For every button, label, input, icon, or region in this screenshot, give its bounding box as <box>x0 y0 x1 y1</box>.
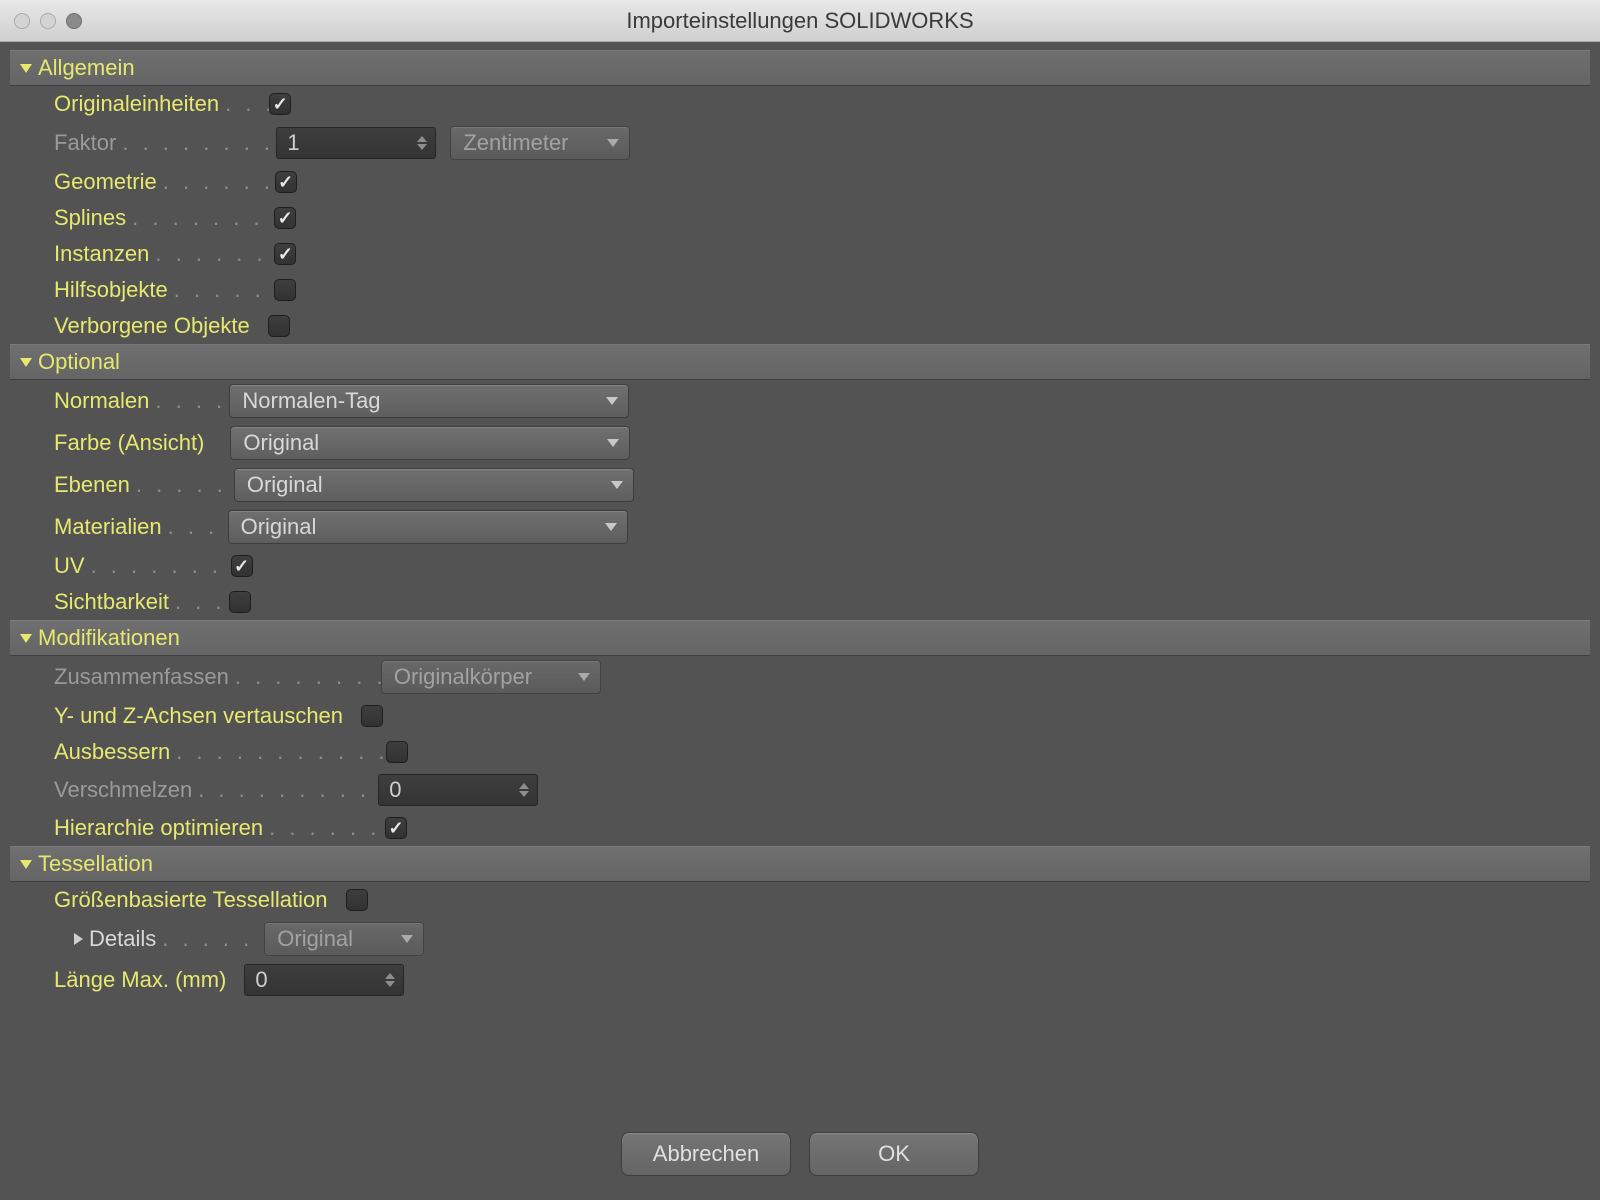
label-sichtbarkeit: Sichtbarkeit <box>54 589 169 615</box>
checkbox-ausbessern[interactable] <box>386 741 408 763</box>
section-title: Modifikationen <box>38 625 180 651</box>
label-laenge: Länge Max. (mm) <box>54 967 226 993</box>
checkbox-sichtbarkeit[interactable] <box>229 591 251 613</box>
cancel-button[interactable]: Abbrechen <box>621 1132 791 1176</box>
label-faktor: Faktor <box>54 130 116 156</box>
select-farbe[interactable]: Original <box>230 426 630 460</box>
select-ebenen[interactable]: Original <box>234 468 634 502</box>
label-normalen: Normalen <box>54 388 149 414</box>
checkbox-yz[interactable] <box>361 705 383 727</box>
label-verschmelzen: Verschmelzen <box>54 777 192 803</box>
label-yz: Y- und Z-Achsen vertauschen <box>54 703 343 729</box>
checkbox-uv[interactable] <box>231 555 253 577</box>
traffic-lights <box>14 13 82 29</box>
chevron-down-icon <box>20 358 32 367</box>
chevron-down-icon <box>605 523 617 531</box>
chevron-down-icon <box>578 673 590 681</box>
ok-button[interactable]: OK <box>809 1132 979 1176</box>
minimize-icon[interactable] <box>40 13 56 29</box>
chevron-down-icon <box>20 860 32 869</box>
checkbox-splines[interactable] <box>274 207 296 229</box>
checkbox-instanzen[interactable] <box>274 243 296 265</box>
label-geometrie: Geometrie <box>54 169 157 195</box>
section-header-tessellation[interactable]: Tessellation <box>10 846 1590 882</box>
chevron-down-icon <box>20 634 32 643</box>
checkbox-groessen[interactable] <box>346 889 368 911</box>
checkbox-originaleinheiten[interactable] <box>269 93 291 115</box>
checkbox-verborgene[interactable] <box>268 315 290 337</box>
section-header-allgemein[interactable]: Allgemein <box>10 50 1590 86</box>
select-zusammenfassen[interactable]: Originalkörper <box>381 660 601 694</box>
select-details[interactable]: Original <box>264 922 424 956</box>
label-splines: Splines <box>54 205 126 231</box>
chevron-right-icon[interactable] <box>74 933 83 945</box>
chevron-down-icon <box>607 439 619 447</box>
label-materialien: Materialien <box>54 514 162 540</box>
chevron-down-icon <box>20 64 32 73</box>
select-materialien[interactable]: Original <box>228 510 628 544</box>
maximize-icon[interactable] <box>66 13 82 29</box>
chevron-down-icon <box>606 397 618 405</box>
section-title: Tessellation <box>38 851 153 877</box>
chevron-down-icon <box>611 481 623 489</box>
content-area: Allgemein Originaleinheiten . . . Faktor… <box>0 42 1600 1200</box>
checkbox-geometrie[interactable] <box>275 171 297 193</box>
label-ebenen: Ebenen <box>54 472 130 498</box>
section-title: Optional <box>38 349 120 375</box>
select-faktor-unit[interactable]: Zentimeter <box>450 126 630 160</box>
section-header-optional[interactable]: Optional <box>10 344 1590 380</box>
section-header-modifikationen[interactable]: Modifikationen <box>10 620 1590 656</box>
chevron-down-icon <box>607 139 619 147</box>
window-title: Importeinstellungen SOLIDWORKS <box>0 8 1600 34</box>
label-farbe: Farbe (Ansicht) <box>54 430 204 456</box>
label-hilfsobjekte: Hilfsobjekte <box>54 277 168 303</box>
chevron-down-icon <box>401 935 413 943</box>
checkbox-hierarchie[interactable] <box>385 817 407 839</box>
label-originaleinheiten: Originaleinheiten <box>54 91 219 117</box>
settings-window: Importeinstellungen SOLIDWORKS Allgemein… <box>0 0 1600 1200</box>
label-hierarchie: Hierarchie optimieren <box>54 815 263 841</box>
select-normalen[interactable]: Normalen-Tag <box>229 384 629 418</box>
input-verschmelzen[interactable]: 0 <box>378 774 538 806</box>
label-instanzen: Instanzen <box>54 241 149 267</box>
label-groessen: Größenbasierte Tessellation <box>54 887 328 913</box>
label-uv: UV <box>54 553 85 579</box>
label-verborgene: Verborgene Objekte <box>54 313 250 339</box>
close-icon[interactable] <box>14 13 30 29</box>
button-bar: Abbrechen OK <box>10 1112 1590 1200</box>
label-ausbessern: Ausbessern <box>54 739 170 765</box>
input-laenge[interactable]: 0 <box>244 964 404 996</box>
label-zusammenfassen: Zusammenfassen <box>54 664 229 690</box>
titlebar: Importeinstellungen SOLIDWORKS <box>0 0 1600 42</box>
label-details: Details <box>89 926 156 952</box>
input-faktor[interactable]: 1 <box>276 127 436 159</box>
section-title: Allgemein <box>38 55 135 81</box>
checkbox-hilfsobjekte[interactable] <box>274 279 296 301</box>
